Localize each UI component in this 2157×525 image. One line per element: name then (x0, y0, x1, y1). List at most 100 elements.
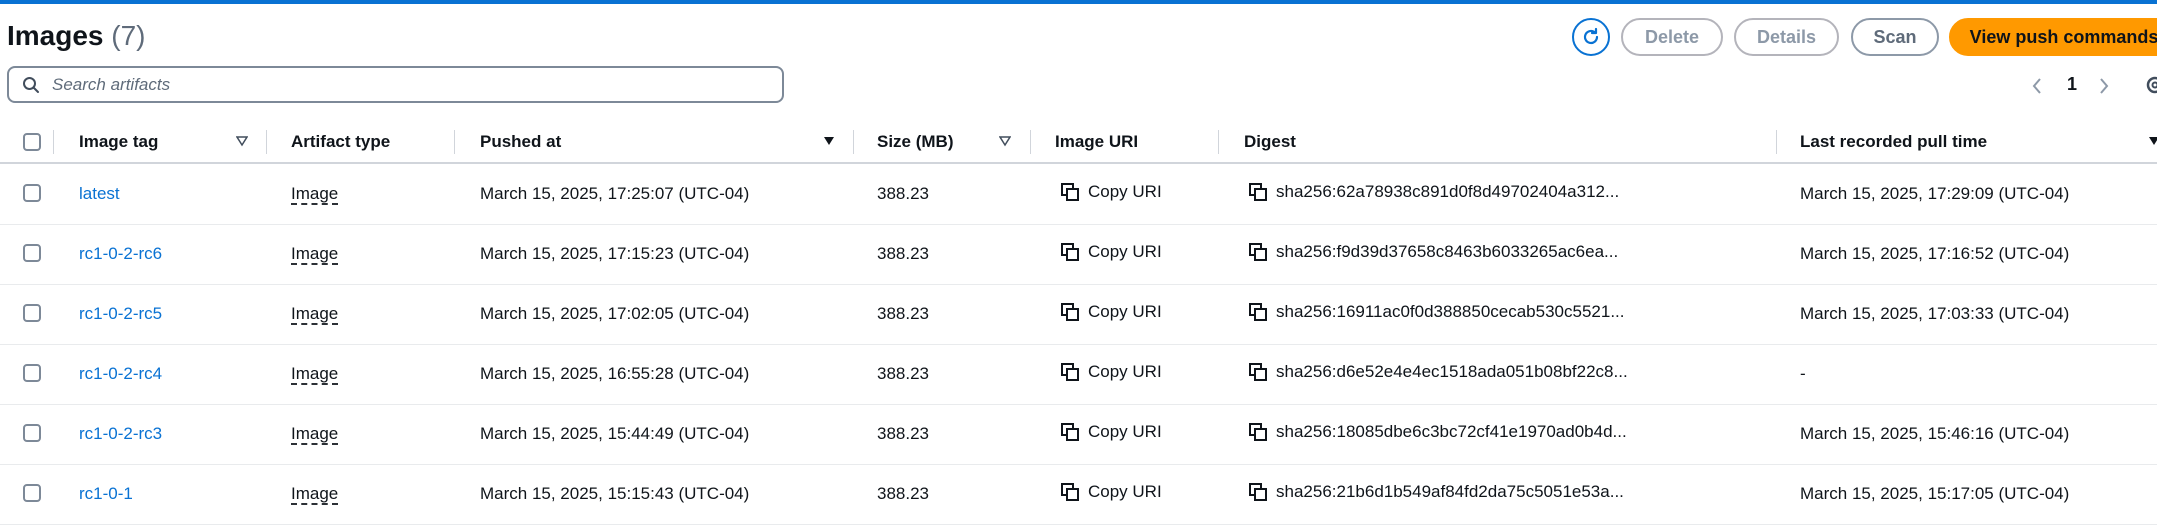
digest-value: sha256:16911ac0f0d388850cecab530c5521... (1276, 302, 1625, 322)
row-checkbox[interactable] (23, 304, 41, 322)
table-row: rc1-0-1 Image March 15, 2025, 15:15:43 (… (0, 464, 2157, 525)
pushed-at: March 15, 2025, 17:02:05 (UTC-04) (480, 304, 749, 324)
chevron-right-icon (2097, 76, 2111, 96)
table-header: Image tag Artifact type Pushed at Size (… (0, 122, 2157, 164)
last-pull-time: March 15, 2025, 17:03:33 (UTC-04) (1800, 304, 2069, 324)
size-mb: 388.23 (877, 424, 929, 444)
copy-uri-label: Copy URI (1088, 422, 1162, 442)
copy-digest-button[interactable]: sha256:16911ac0f0d388850cecab530c5521... (1248, 302, 1625, 322)
copy-uri-button[interactable]: Copy URI (1060, 362, 1162, 382)
column-header-digest[interactable]: Digest (1244, 132, 1296, 152)
size-mb: 388.23 (877, 364, 929, 384)
view-push-commands-button[interactable]: View push commands (1949, 18, 2157, 56)
details-button[interactable]: Details (1734, 18, 1839, 56)
caret-down-icon[interactable] (236, 135, 248, 147)
image-tag-link[interactable]: rc1-0-1 (79, 484, 133, 504)
pushed-at: March 15, 2025, 17:25:07 (UTC-04) (480, 184, 749, 204)
artifact-type[interactable]: Image (291, 424, 338, 444)
pushed-at: March 15, 2025, 16:55:28 (UTC-04) (480, 364, 749, 384)
last-pull-time: March 15, 2025, 17:16:52 (UTC-04) (1800, 244, 2069, 264)
last-pull-time: March 15, 2025, 15:17:05 (UTC-04) (1800, 484, 2069, 504)
row-checkbox[interactable] (23, 484, 41, 502)
column-header-image-uri[interactable]: Image URI (1055, 132, 1138, 152)
last-pull-time: - (1800, 364, 1806, 384)
size-mb: 388.23 (877, 304, 929, 324)
artifact-type[interactable]: Image (291, 184, 338, 204)
row-checkbox[interactable] (23, 184, 41, 202)
copy-digest-button[interactable]: sha256:21b6d1b549af84fd2da75c5051e53a... (1248, 482, 1624, 502)
copy-uri-button[interactable]: Copy URI (1060, 182, 1162, 202)
image-tag-link[interactable]: rc1-0-2-rc6 (79, 244, 162, 264)
caret-down-icon[interactable] (999, 135, 1011, 147)
copy-icon (1060, 422, 1080, 442)
delete-button[interactable]: Delete (1621, 18, 1723, 56)
copy-icon (1060, 482, 1080, 502)
select-all-checkbox[interactable] (23, 133, 41, 151)
scan-button[interactable]: Scan (1851, 18, 1939, 56)
copy-icon (1248, 362, 1268, 382)
image-tag-link[interactable]: latest (79, 184, 120, 204)
image-tag-link[interactable]: rc1-0-2-rc5 (79, 304, 162, 324)
copy-uri-button[interactable]: Copy URI (1060, 482, 1162, 502)
search-bar (7, 66, 784, 103)
column-divider (1030, 130, 1031, 154)
copy-icon (1248, 302, 1268, 322)
refresh-button[interactable] (1572, 18, 1610, 56)
copy-icon (1248, 182, 1268, 202)
current-page-number[interactable]: 1 (2067, 74, 2077, 95)
image-tag-link[interactable]: rc1-0-2-rc4 (79, 364, 162, 384)
caret-down-icon[interactable] (2148, 135, 2157, 147)
copy-icon (1060, 302, 1080, 322)
copy-uri-button[interactable]: Copy URI (1060, 242, 1162, 262)
copy-uri-button[interactable]: Copy URI (1060, 302, 1162, 322)
next-page-button[interactable] (2097, 72, 2111, 100)
last-pull-time: March 15, 2025, 17:29:09 (UTC-04) (1800, 184, 2069, 204)
size-mb: 388.23 (877, 244, 929, 264)
table-row: rc1-0-2-rc5 Image March 15, 2025, 17:02:… (0, 284, 2157, 345)
column-header-pushed-at[interactable]: Pushed at (480, 132, 561, 152)
column-header-image-tag[interactable]: Image tag (79, 132, 158, 152)
column-divider (454, 130, 455, 154)
column-header-last-pull-time[interactable]: Last recorded pull time (1800, 132, 1987, 152)
page-title: Images (7) (7, 20, 146, 52)
pushed-at: March 15, 2025, 15:44:49 (UTC-04) (480, 424, 749, 444)
copy-uri-label: Copy URI (1088, 302, 1162, 322)
digest-value: sha256:21b6d1b549af84fd2da75c5051e53a... (1276, 482, 1624, 502)
artifact-type[interactable]: Image (291, 244, 338, 264)
gear-icon (2143, 70, 2157, 100)
previous-page-button[interactable] (2030, 72, 2044, 100)
row-checkbox[interactable] (23, 364, 41, 382)
artifact-type[interactable]: Image (291, 484, 338, 504)
copy-uri-label: Copy URI (1088, 362, 1162, 382)
copy-uri-label: Copy URI (1088, 242, 1162, 262)
copy-digest-button[interactable]: sha256:62a78938c891d0f8d49702404a312... (1248, 182, 1619, 202)
row-checkbox[interactable] (23, 424, 41, 442)
copy-icon (1060, 362, 1080, 382)
row-checkbox[interactable] (23, 244, 41, 262)
column-divider (1776, 130, 1777, 154)
image-tag-link[interactable]: rc1-0-2-rc3 (79, 424, 162, 444)
copy-digest-button[interactable]: sha256:18085dbe6c3bc72cf41e1970ad0b4d... (1248, 422, 1627, 442)
pushed-at: March 15, 2025, 15:15:43 (UTC-04) (480, 484, 749, 504)
artifact-type[interactable]: Image (291, 364, 338, 384)
copy-icon (1060, 242, 1080, 262)
table-row: latest Image March 15, 2025, 17:25:07 (U… (0, 164, 2157, 225)
copy-digest-button[interactable]: sha256:f9d39d37658c8463b6033265ac6ea... (1248, 242, 1618, 262)
table-settings-button[interactable] (2143, 70, 2157, 105)
size-mb: 388.23 (877, 184, 929, 204)
copy-digest-button[interactable]: sha256:d6e52e4e4ec1518ada051b08bf22c8... (1248, 362, 1628, 382)
page-title-text: Images (7, 20, 104, 51)
last-pull-time: March 15, 2025, 15:46:16 (UTC-04) (1800, 424, 2069, 444)
search-input[interactable] (50, 74, 754, 96)
table-row: rc1-0-2-rc3 Image March 15, 2025, 15:44:… (0, 404, 2157, 465)
pushed-at: March 15, 2025, 17:15:23 (UTC-04) (480, 244, 749, 264)
caret-down-icon[interactable] (823, 135, 835, 147)
copy-uri-button[interactable]: Copy URI (1060, 422, 1162, 442)
column-header-artifact-type[interactable]: Artifact type (291, 132, 390, 152)
column-divider (853, 130, 854, 154)
digest-value: sha256:18085dbe6c3bc72cf41e1970ad0b4d... (1276, 422, 1627, 442)
column-header-size[interactable]: Size (MB) (877, 132, 954, 152)
artifact-type[interactable]: Image (291, 304, 338, 324)
copy-uri-label: Copy URI (1088, 482, 1162, 502)
image-count: (7) (111, 20, 145, 51)
